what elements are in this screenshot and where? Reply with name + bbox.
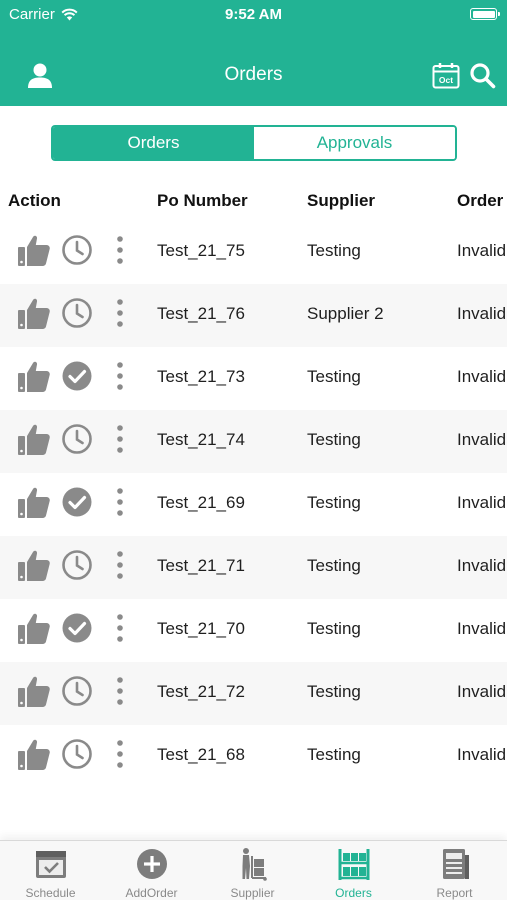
table-row[interactable]: Test_21_76 Supplier 2 Invalid [0,284,507,347]
order-status-cell: Invalid [457,745,507,764]
page-title: Orders [224,64,283,85]
report-icon [443,849,469,879]
column-header-order: Order [457,191,504,210]
supplier-cell: Supplier 2 [307,304,384,323]
column-header-supplier: Supplier [307,191,376,210]
segment-approvals[interactable]: Approvals [254,127,455,159]
more-vertical-icon[interactable] [110,234,130,266]
po-number-cell: Test_21_73 [157,367,245,386]
po-number-cell: Test_21_72 [157,682,245,701]
orders-warehouse-icon [338,849,370,880]
check-circle-icon[interactable] [61,486,93,518]
order-status-cell: Invalid [457,682,507,701]
table-row[interactable]: Test_21_71 Testing Invalid [0,536,507,599]
table-row[interactable]: Test_21_69 Testing Invalid [0,473,507,536]
supplier-cell: Testing [307,682,361,701]
clock-icon[interactable] [61,549,93,581]
tab-schedule[interactable]: Schedule [0,841,101,900]
column-header-po-number: Po Number [157,191,248,210]
clock-icon[interactable] [61,675,93,707]
supplier-cell: Testing [307,745,361,764]
tab-label: Supplier [230,886,275,900]
status-bar: Carrier 9:52 AM [0,0,507,30]
more-vertical-icon[interactable] [110,486,130,518]
table-row[interactable]: Test_21_72 Testing Invalid [0,662,507,725]
approve-thumbs-up-icon[interactable] [16,736,52,772]
bottom-tab-bar: Schedule AddOrder Supplier Orders Report [0,840,507,900]
clock-icon[interactable] [61,423,93,455]
status-time: 9:52 AM [225,6,282,23]
clock-icon[interactable] [61,738,93,770]
add-circle-icon [137,849,167,879]
more-vertical-icon[interactable] [110,738,130,770]
supplier-cell: Testing [307,619,361,638]
more-vertical-icon[interactable] [110,360,130,392]
approve-thumbs-up-icon[interactable] [16,421,52,457]
order-status-cell: Invalid [457,304,507,323]
tab-label: Orders [335,886,372,900]
supplier-dolly-icon [242,848,267,881]
tab-label: AddOrder [125,886,178,900]
battery-icon [470,8,500,20]
column-header-action: Action [8,191,61,210]
table-row[interactable]: Test_21_74 Testing Invalid [0,410,507,473]
schedule-icon [36,851,66,878]
table-row[interactable]: Test_21_73 Testing Invalid [0,347,507,410]
order-status-cell: Invalid [457,493,507,512]
po-number-cell: Test_21_71 [157,556,245,575]
more-vertical-icon[interactable] [110,612,130,644]
more-vertical-icon[interactable] [110,549,130,581]
po-number-cell: Test_21_69 [157,493,245,512]
more-vertical-icon[interactable] [110,423,130,455]
tab-orders[interactable]: Orders [303,841,404,900]
table-row[interactable]: Test_21_75 Testing Invalid [0,221,507,284]
table-row[interactable]: Test_21_68 Testing Invalid [0,725,507,788]
po-number-cell: Test_21_76 [157,304,245,323]
check-circle-icon[interactable] [61,360,93,392]
order-status-cell: Invalid [457,241,507,260]
approve-thumbs-up-icon[interactable] [16,547,52,583]
approve-thumbs-up-icon[interactable] [16,673,52,709]
tab-label: Report [436,886,473,900]
supplier-cell: Testing [307,367,361,386]
clock-icon[interactable] [61,234,93,266]
approve-thumbs-up-icon[interactable] [16,610,52,646]
approve-thumbs-up-icon[interactable] [16,295,52,331]
supplier-cell: Testing [307,493,361,512]
order-status-cell: Invalid [457,367,507,386]
tab-label: Schedule [25,886,76,900]
approve-thumbs-up-icon[interactable] [16,232,52,268]
po-number-cell: Test_21_75 [157,241,245,260]
supplier-cell: Testing [307,430,361,449]
more-vertical-icon[interactable] [110,675,130,707]
calendar-month-label: Oct [439,75,453,85]
tab-addorder[interactable]: AddOrder [101,841,202,900]
order-status-cell: Invalid [457,430,507,449]
search-icon[interactable] [469,62,496,89]
calendar-icon[interactable]: Oct [432,62,460,89]
po-number-cell: Test_21_68 [157,745,245,764]
supplier-cell: Testing [307,241,361,260]
order-status-cell: Invalid [457,619,507,638]
segment-orders[interactable]: Orders [53,127,254,159]
order-status-cell: Invalid [457,556,507,575]
more-vertical-icon[interactable] [110,297,130,329]
tab-supplier[interactable]: Supplier [202,841,303,900]
approve-thumbs-up-icon[interactable] [16,358,52,394]
orders-approvals-segmented-control: Orders Approvals [51,125,457,161]
table-row[interactable]: Test_21_70 Testing Invalid [0,599,507,662]
clock-icon[interactable] [61,297,93,329]
po-number-cell: Test_21_74 [157,430,245,449]
nav-header: Carrier 9:52 AM Orders Oct [0,0,507,106]
supplier-cell: Testing [307,556,361,575]
check-circle-icon[interactable] [61,612,93,644]
tab-report[interactable]: Report [404,841,505,900]
approve-thumbs-up-icon[interactable] [16,484,52,520]
po-number-cell: Test_21_70 [157,619,245,638]
